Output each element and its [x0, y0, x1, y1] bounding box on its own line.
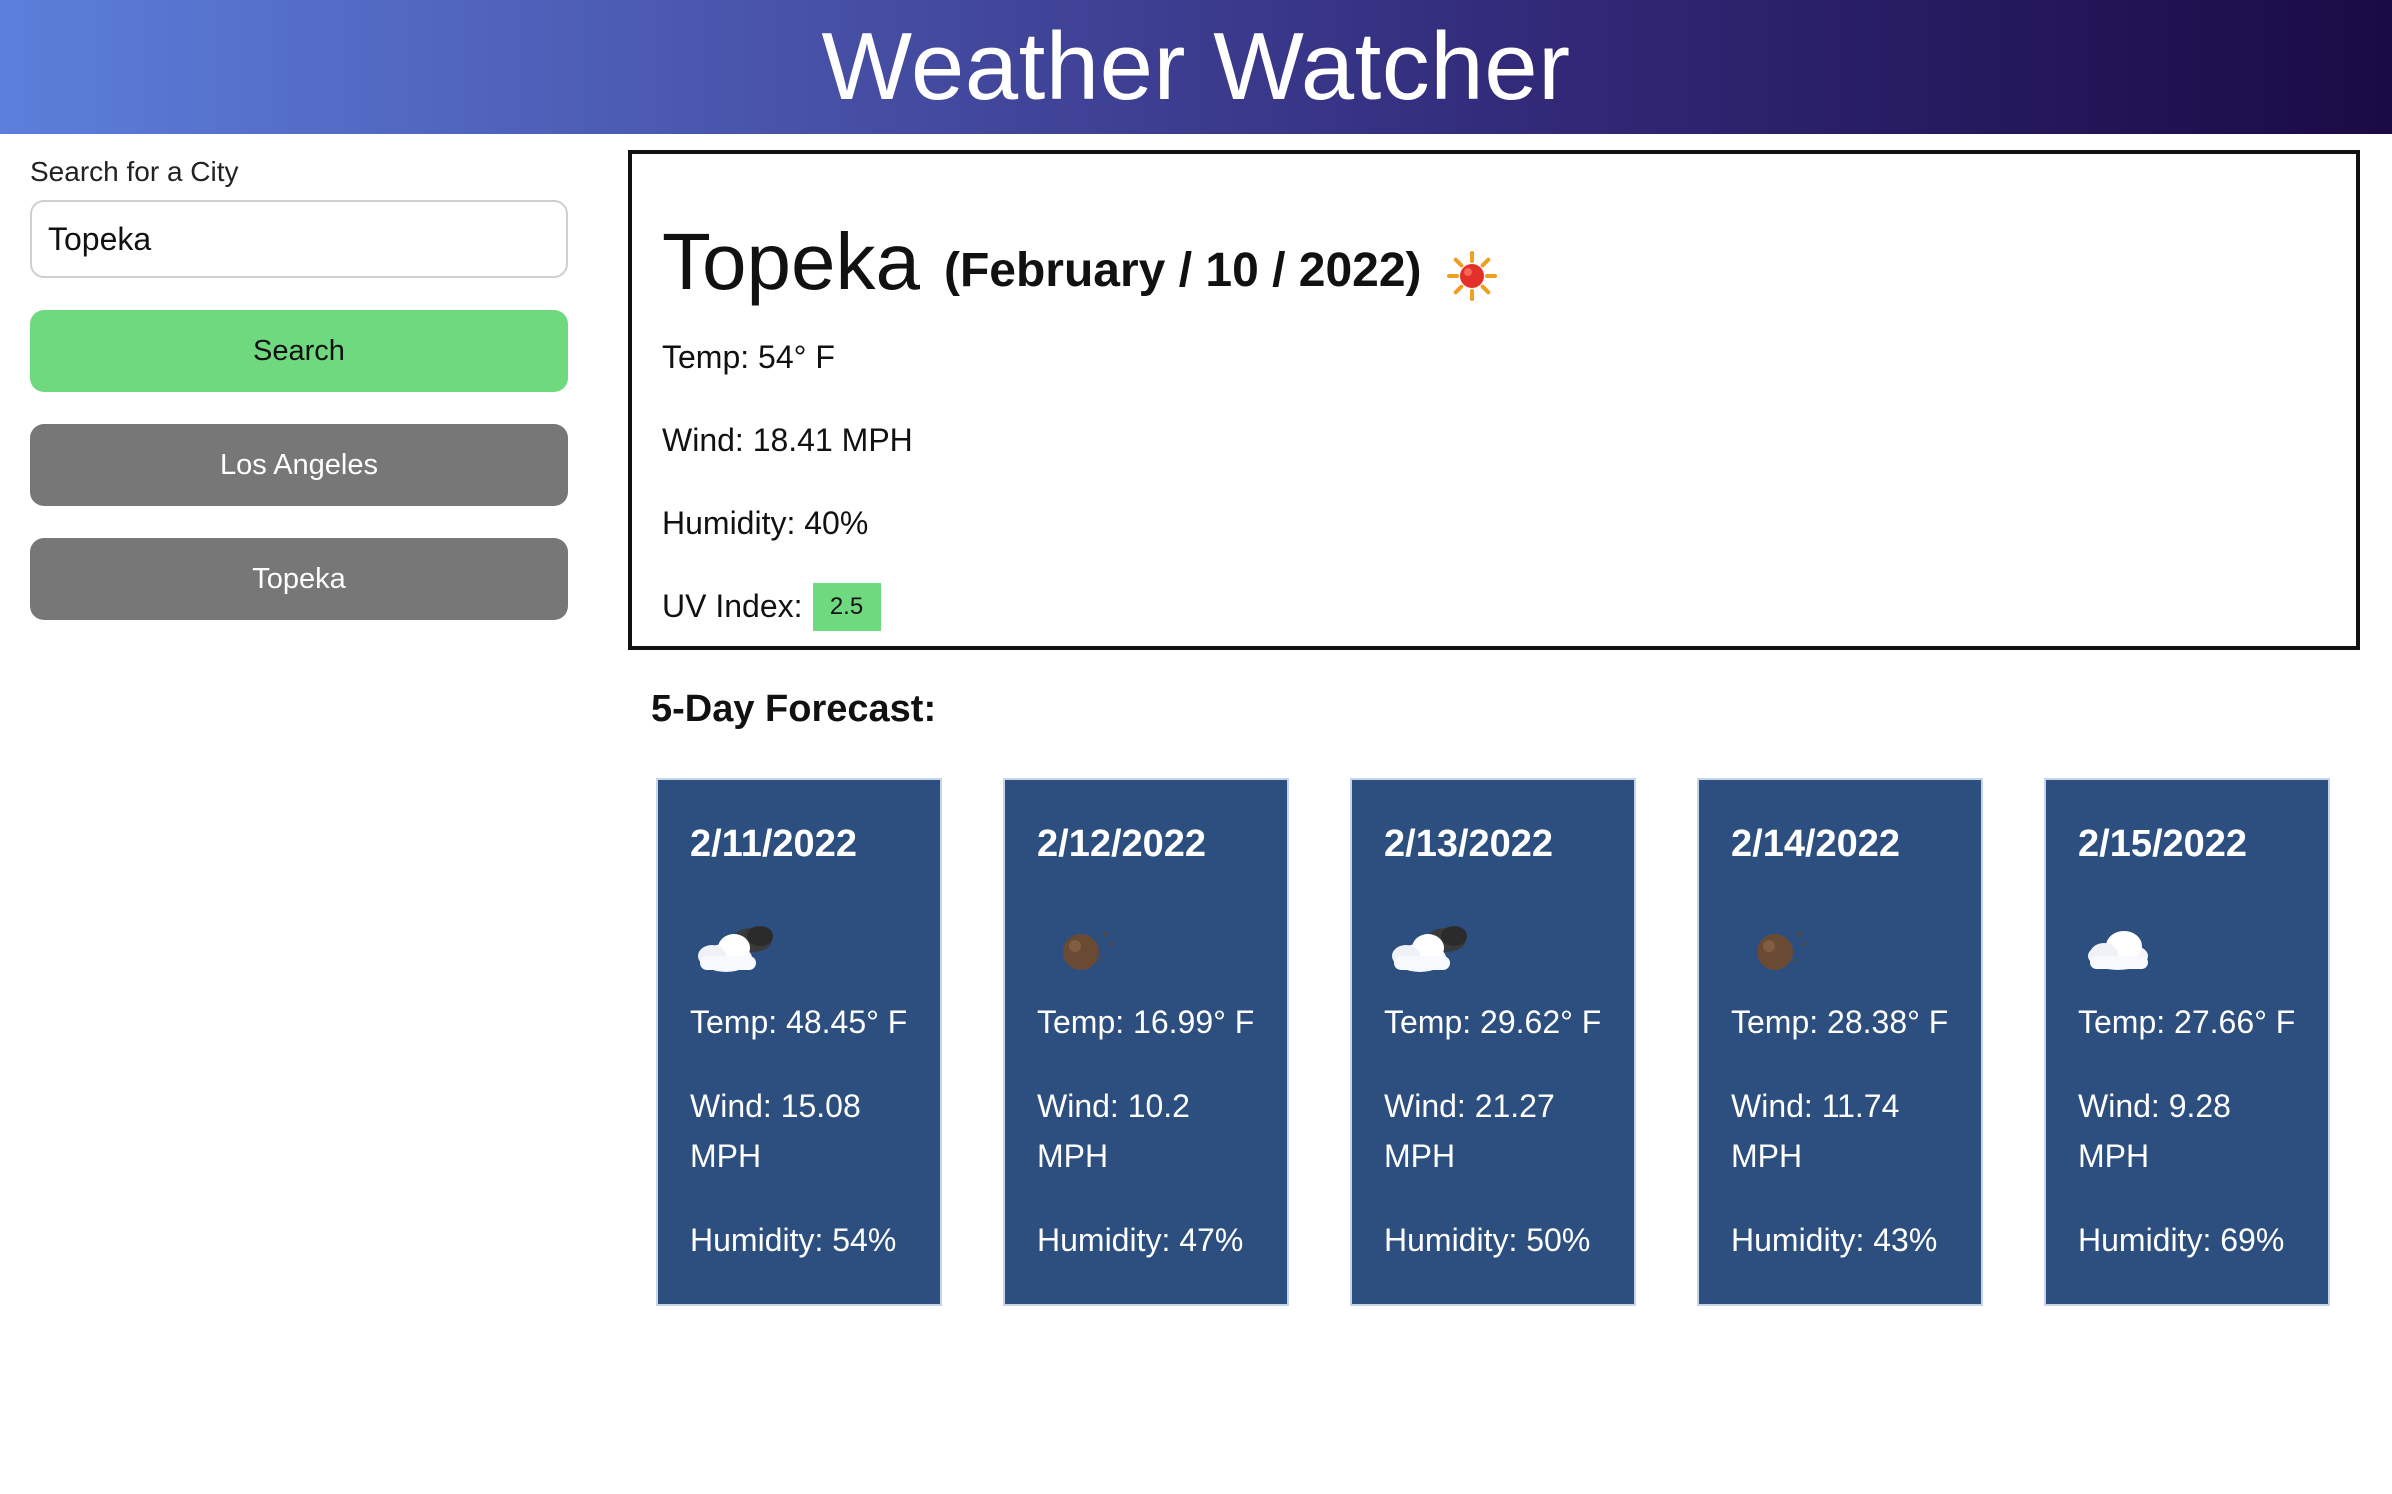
- sun-icon: [1446, 251, 1497, 301]
- current-humidity: Humidity: 40%: [662, 505, 869, 541]
- forecast-temp: Temp: 16.99° F: [1037, 1004, 1255, 1040]
- forecast-wind: Wind: 15.08 MPH: [690, 1088, 861, 1174]
- search-history: Los Angeles Topeka: [30, 424, 568, 620]
- forecast-date: 2/13/2022: [1384, 823, 1554, 865]
- forecast-humidity: Humidity: 54%: [690, 1222, 897, 1258]
- current-temp: Temp: 54° F: [662, 339, 835, 375]
- forecast-card: 2/11/2022 Temp: 48.45° F Wind: 15.08 MPH…: [656, 778, 942, 1306]
- uv-index-label: UV Index:: [662, 588, 803, 624]
- forecast-wind: Wind: 9.28 MPH: [2078, 1088, 2231, 1174]
- app-title: Weather Watcher: [821, 13, 1571, 120]
- partly-cloudy-night-icon: [698, 926, 773, 972]
- current-weather-panel: Topeka (February / 10 / 2022) Temp: 54° …: [628, 150, 2360, 650]
- page: Weather Watcher Search for a City Search…: [0, 0, 2392, 1494]
- forecast-title: 5-Day Forecast:: [651, 688, 937, 730]
- forecast-temp: Temp: 48.45° F: [690, 1004, 908, 1040]
- cloud-icon: [2088, 931, 2148, 970]
- history-button-topeka[interactable]: Topeka: [30, 538, 568, 620]
- city-name: Topeka: [662, 217, 920, 306]
- forecast-date: 2/11/2022: [690, 823, 857, 865]
- forecast-temp: Temp: 27.66° F: [2078, 1004, 2296, 1040]
- clear-night-icon: [1757, 932, 1807, 970]
- forecast-cards: 2/11/2022 Temp: 48.45° F Wind: 15.08 MPH…: [656, 778, 2330, 1306]
- forecast-temp: Temp: 29.62° F: [1384, 1004, 1602, 1040]
- city-search-input[interactable]: [30, 200, 568, 278]
- forecast-wind: Wind: 21.27 MPH: [1384, 1088, 1555, 1174]
- search-button[interactable]: Search: [30, 310, 568, 392]
- search-label: Search for a City: [30, 156, 239, 187]
- sidebar: Search for a City Search Los Angeles Top…: [30, 156, 568, 620]
- current-uv-index: UV Index: 2.5: [662, 565, 2326, 648]
- current-date: (February / 10 / 2022): [943, 244, 1422, 297]
- forecast-card: 2/15/2022 Temp: 27.66° F Wind: 9.28 MPH …: [2044, 778, 2330, 1306]
- current-wind: Wind: 18.41 MPH: [662, 422, 913, 458]
- forecast-humidity: Humidity: 69%: [2078, 1222, 2285, 1258]
- forecast-date: 2/15/2022: [2078, 823, 2248, 865]
- clear-night-icon: [1063, 932, 1113, 970]
- forecast-card: 2/14/2022 Temp: 28.38° F Wind: 11.74 MPH…: [1697, 778, 1983, 1306]
- forecast-wind: Wind: 10.2 MPH: [1037, 1088, 1190, 1174]
- current-weather-heading: Topeka (February / 10 / 2022): [662, 202, 2326, 302]
- history-button-los-angeles[interactable]: Los Angeles: [30, 424, 568, 506]
- forecast-humidity: Humidity: 43%: [1731, 1222, 1938, 1258]
- forecast-humidity: Humidity: 50%: [1384, 1222, 1591, 1258]
- forecast-wind: Wind: 11.74 MPH: [1731, 1088, 1900, 1174]
- app-header: Weather Watcher: [0, 0, 2392, 134]
- partly-cloudy-night-icon: [1392, 926, 1467, 972]
- forecast-card: 2/13/2022 Temp: 29.62° F Wind: 21.27 MPH…: [1350, 778, 1636, 1306]
- forecast-date: 2/14/2022: [1731, 823, 1901, 865]
- forecast-date: 2/12/2022: [1037, 823, 1207, 865]
- forecast-humidity: Humidity: 47%: [1037, 1222, 1244, 1258]
- forecast-temp: Temp: 28.38° F: [1731, 1004, 1949, 1040]
- uv-index-badge: 2.5: [812, 582, 881, 631]
- forecast-card: 2/12/2022 Temp: 16.99° F Wind: 10.2 MPH …: [1003, 778, 1289, 1306]
